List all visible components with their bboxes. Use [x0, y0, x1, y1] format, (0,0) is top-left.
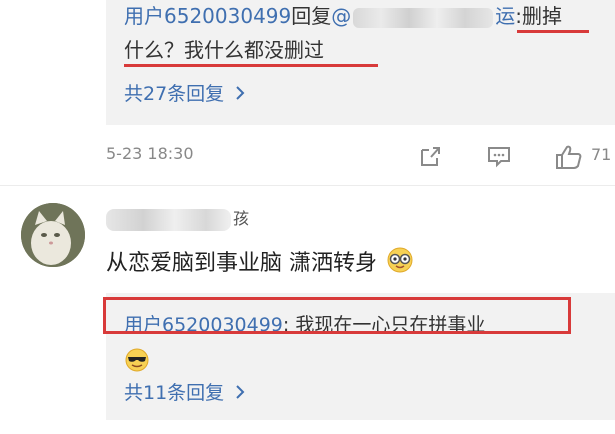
mention-suffix[interactable]: 运 [495, 4, 515, 28]
reply-box-top: 用户6520030499回复@ 运:删掉 什么？我什么都没删过 共27条回复 [106, 0, 615, 125]
blurred-username [106, 208, 231, 231]
comment-username[interactable]: 孩 [106, 205, 249, 231]
more-replies-link-bottom[interactable]: 共11条回复 [124, 381, 246, 405]
share-icon[interactable] [418, 144, 444, 168]
more-replies-label: 共11条回复 [124, 382, 225, 404]
avatar[interactable] [21, 203, 85, 267]
blurred-mention-name [353, 7, 494, 28]
username-suffix: 孩 [233, 209, 250, 228]
highlight-underline [124, 64, 378, 67]
divider [0, 185, 615, 186]
sunglasses-emoji-icon [124, 347, 150, 377]
comment-body: 从恋爱脑到事业脑 潇洒转身 [106, 246, 414, 282]
more-replies-label: 共27条回复 [124, 83, 225, 105]
chevron-right-icon [230, 83, 246, 105]
comment-text: 从恋爱脑到事业脑 潇洒转身 [106, 251, 377, 276]
more-replies-link-top[interactable]: 共27条回复 [124, 82, 246, 106]
reply-text-part1: :删掉 [515, 4, 562, 28]
like-count: 71 [591, 145, 612, 164]
nerd-glasses-emoji-icon [386, 246, 414, 282]
timestamp: 5-23 18:30 [106, 144, 194, 163]
highlight-box [103, 297, 571, 334]
mention-at[interactable]: @ [331, 4, 351, 28]
reply-text-part2: 什么？我什么都没删过 [124, 38, 324, 62]
comment-icon[interactable] [486, 144, 512, 168]
highlight-underline [517, 30, 589, 33]
reply-word: 回复 [291, 4, 332, 28]
reply-line: 用户6520030499回复@ 运:删掉 [124, 4, 562, 28]
thumbs-up-icon[interactable] [554, 144, 582, 169]
chevron-right-icon [230, 382, 246, 404]
reply-username-link[interactable]: 用户6520030499 [124, 4, 291, 28]
comment-meta-row: 5-23 18:30 71 [106, 140, 615, 172]
